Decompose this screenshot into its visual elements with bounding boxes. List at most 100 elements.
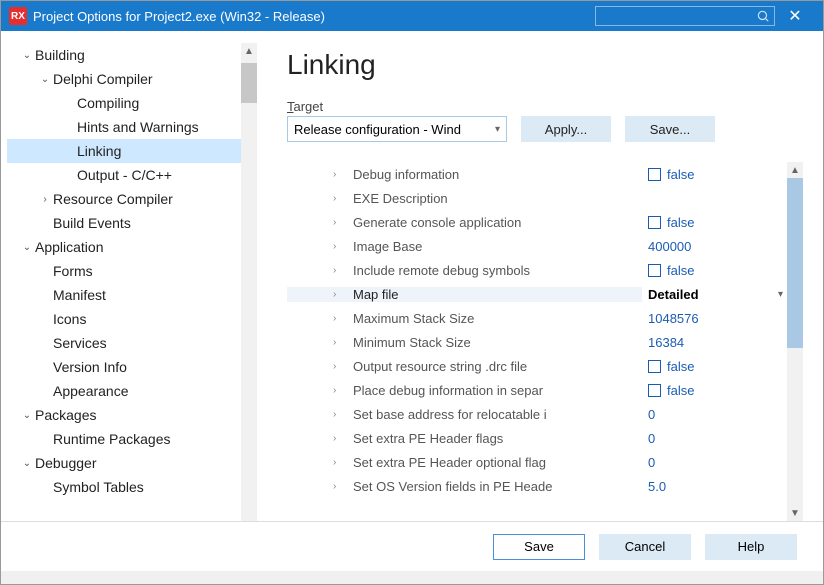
chevron-right-icon: ›	[333, 481, 347, 492]
chevron-right-icon[interactable]: ›	[37, 194, 53, 205]
scroll-up-icon[interactable]: ▲	[787, 162, 803, 178]
checkbox[interactable]	[648, 360, 661, 373]
option-row[interactable]: ›Place debug information in separ false	[287, 378, 787, 402]
chevron-right-icon: ›	[333, 457, 347, 468]
option-value-cell[interactable]: 5.0	[642, 479, 787, 494]
scroll-thumb[interactable]	[787, 178, 803, 348]
option-row[interactable]: ›Set base address for relocatable i0	[287, 402, 787, 426]
search-icon	[756, 9, 770, 23]
tree-item[interactable]: Services	[7, 331, 257, 355]
option-row[interactable]: › Maximum Stack Size 1048576	[287, 306, 787, 330]
tree-item[interactable]: Build Events	[7, 211, 257, 235]
option-value-text: false	[667, 215, 694, 230]
apply-button[interactable]: Apply...	[521, 116, 611, 142]
option-row[interactable]: ›Set OS Version fields in PE Heade5.0	[287, 474, 787, 498]
tree-scrollbar[interactable]: ▲	[241, 43, 257, 521]
scroll-up-icon[interactable]: ▲	[241, 43, 257, 59]
tree-item[interactable]: Output - C/C++	[7, 163, 257, 187]
option-value-text: false	[667, 359, 694, 374]
tree-item-label: Forms	[53, 263, 93, 279]
tree-item[interactable]: Compiling	[7, 91, 257, 115]
option-value-cell[interactable]: 16384	[642, 335, 787, 350]
checkbox[interactable]	[648, 216, 661, 229]
save-button[interactable]: Save	[493, 534, 585, 560]
option-value-text: false	[667, 383, 694, 398]
option-value-text: 400000	[648, 239, 691, 254]
chevron-right-icon: ›	[333, 313, 347, 324]
checkbox[interactable]	[648, 168, 661, 181]
option-value-cell[interactable]: false	[642, 215, 787, 230]
checkbox[interactable]	[648, 264, 661, 277]
grid-scrollbar[interactable]: ▲ ▼	[787, 162, 803, 521]
option-key-cell: ›Set extra PE Header optional flag	[287, 455, 642, 470]
option-key-label: Output resource string .drc file	[353, 359, 527, 374]
chevron-down-icon[interactable]: ⌄	[19, 50, 35, 61]
tree-item[interactable]: ›Resource Compiler	[7, 187, 257, 211]
help-button[interactable]: Help	[705, 534, 797, 560]
scroll-down-icon[interactable]: ▼	[787, 505, 803, 521]
option-value-cell[interactable]: 1048576	[642, 311, 787, 326]
search-input[interactable]	[595, 6, 775, 26]
option-key-label: Set base address for relocatable i	[353, 407, 547, 422]
close-button[interactable]: ✕	[775, 6, 815, 26]
tree-item[interactable]: ⌄Debugger	[7, 451, 257, 475]
option-value-cell[interactable]: false	[642, 167, 787, 182]
tree-item[interactable]: ⌄Application	[7, 235, 257, 259]
tree-item[interactable]: Hints and Warnings	[7, 115, 257, 139]
option-value-cell[interactable]: Detailed▾	[642, 287, 787, 302]
option-key-label: Maximum Stack Size	[353, 311, 474, 326]
chevron-down-icon[interactable]: ▾	[778, 289, 783, 300]
chevron-down-icon[interactable]: ⌄	[19, 242, 35, 253]
tree-item[interactable]: Runtime Packages	[7, 427, 257, 451]
tree-item-label: Compiling	[77, 95, 139, 111]
option-key-label: Include remote debug symbols	[353, 263, 530, 278]
cancel-button[interactable]: Cancel	[599, 534, 691, 560]
main-panel: Linking Target Release configuration - W…	[257, 43, 813, 521]
option-row[interactable]: ›Set extra PE Header flags0	[287, 426, 787, 450]
option-key-label: Image Base	[353, 239, 422, 254]
option-row[interactable]: ›Debug informationfalse	[287, 162, 787, 186]
option-value-cell[interactable]: false	[642, 359, 787, 374]
option-row[interactable]: ›Minimum Stack Size16384	[287, 330, 787, 354]
tree-item-label: Packages	[35, 407, 96, 423]
chevron-down-icon[interactable]: ⌄	[19, 410, 35, 421]
option-key-cell: ›Place debug information in separ	[287, 383, 642, 398]
checkbox[interactable]	[648, 384, 661, 397]
option-row[interactable]: › Generate console application false	[287, 210, 787, 234]
option-row[interactable]: › Include remote debug symbols false	[287, 258, 787, 282]
option-row[interactable]: ›Map fileDetailed▾	[287, 282, 787, 306]
tree-item[interactable]: Icons	[7, 307, 257, 331]
tree-item[interactable]: ⌄Packages	[7, 403, 257, 427]
option-row[interactable]: ›EXE Description	[287, 186, 787, 210]
option-value-cell[interactable]: false	[642, 263, 787, 278]
option-value-cell[interactable]: 400000	[642, 239, 787, 254]
app-logo: RX	[9, 7, 27, 25]
option-key-label: Generate console application	[353, 215, 521, 230]
option-row[interactable]: ›Image Base400000	[287, 234, 787, 258]
tree-item[interactable]: ⌄Building	[7, 43, 257, 67]
tree-item-label: Symbol Tables	[53, 479, 144, 495]
tree-item[interactable]: Manifest	[7, 283, 257, 307]
option-value-cell[interactable]: 0	[642, 407, 787, 422]
chevron-down-icon[interactable]: ⌄	[19, 458, 35, 469]
option-value-cell[interactable]: 0	[642, 455, 787, 470]
tree-item[interactable]: Linking	[7, 139, 257, 163]
option-row[interactable]: ›Set extra PE Header optional flag 0	[287, 450, 787, 474]
save-as-button[interactable]: Save...	[625, 116, 715, 142]
option-row[interactable]: ›Output resource string .drc filefalse	[287, 354, 787, 378]
chevron-right-icon: ›	[333, 337, 347, 348]
option-value-cell[interactable]: false	[642, 383, 787, 398]
chevron-right-icon: ›	[333, 217, 347, 228]
target-combo[interactable]: Release configuration - Wind ▾	[287, 116, 507, 142]
option-value-text: 0	[648, 455, 655, 470]
chevron-right-icon: ›	[333, 265, 347, 276]
option-value-cell[interactable]: 0	[642, 431, 787, 446]
chevron-down-icon[interactable]: ⌄	[37, 74, 53, 85]
tree-item[interactable]: Appearance	[7, 379, 257, 403]
tree-item[interactable]: Version Info	[7, 355, 257, 379]
option-key-label: Set extra PE Header flags	[353, 431, 503, 446]
tree-item[interactable]: Symbol Tables	[7, 475, 257, 499]
tree-item[interactable]: ⌄Delphi Compiler	[7, 67, 257, 91]
scroll-thumb[interactable]	[241, 63, 257, 103]
tree-item[interactable]: Forms	[7, 259, 257, 283]
